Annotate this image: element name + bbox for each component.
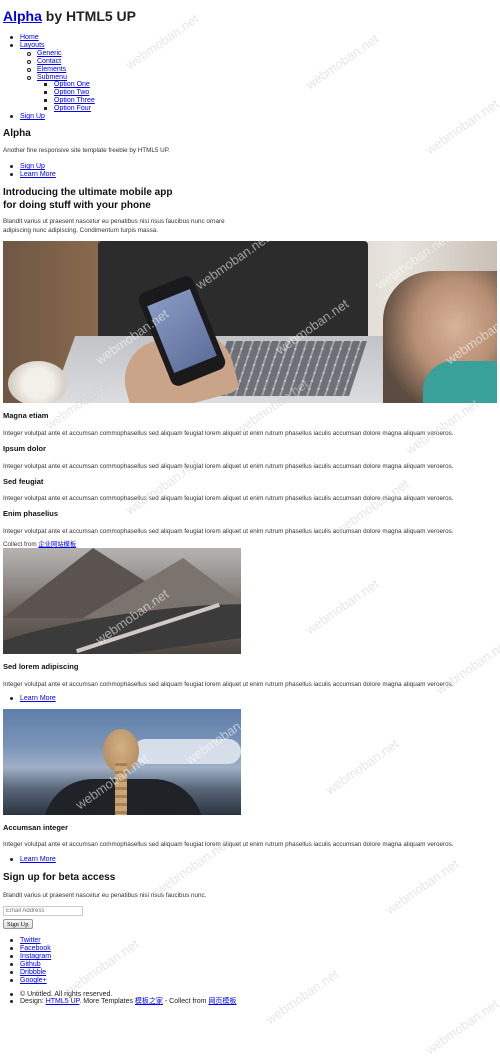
collect-prefix: - Collect from: [162, 998, 209, 1005]
nav-link-layouts[interactable]: Layouts: [20, 42, 45, 49]
nav-item-option-two: Option Two: [43, 89, 89, 97]
watermark: webmoban.net: [422, 996, 500, 1058]
nav-item-option-three: Option Three: [44, 97, 95, 105]
watermark: webmoban.net: [302, 31, 382, 93]
road-image: [3, 548, 241, 654]
feature-text: Integer volutpat ante et accumsan commop…: [3, 495, 454, 502]
cta-title: Sign up for beta access: [3, 872, 116, 883]
banner-title: Alpha: [3, 128, 31, 139]
card-learn-more-link[interactable]: Learn More: [20, 695, 56, 702]
card-text: Integer volutpat ante et accumsan commop…: [3, 841, 454, 848]
nav-item-option-one: Option One: [44, 81, 90, 89]
watermark: webmoban.net: [62, 936, 142, 998]
github-link[interactable]: Github: [20, 961, 41, 968]
nav-item-signup: Sign Up: [10, 113, 45, 121]
intro-text: Blandit varius ut praesent nascetur eu p…: [3, 218, 497, 235]
banner-learn-more-link[interactable]: Learn More: [20, 171, 56, 178]
feature-title: Sed feugiat: [3, 477, 44, 486]
banner-signup-link[interactable]: Sign Up: [20, 163, 45, 170]
watermark: webmoban.net: [432, 636, 500, 698]
collect-link[interactable]: 企业网站模板: [38, 541, 76, 548]
nav-item-elements: Elements: [26, 66, 66, 74]
design-link[interactable]: HTML5 UP: [46, 998, 80, 1005]
nav-link-home[interactable]: Home: [20, 34, 39, 41]
watermark: webmoban.net: [382, 856, 462, 918]
social-item: Google+: [10, 977, 47, 985]
feature-text: Integer volutpat ante et accumsan commop…: [3, 430, 454, 437]
social-item: Github: [10, 961, 41, 969]
nav-link-option-four[interactable]: Option Four: [54, 105, 91, 112]
nav-item-contact: Contact: [26, 58, 61, 66]
nav-link-option-three[interactable]: Option Three: [54, 97, 95, 104]
nav-item-home: Home: [10, 34, 39, 42]
social-item: Facebook: [10, 945, 51, 953]
site-title-suffix: by HTML5 UP: [41, 8, 137, 24]
intro-text-line1: Blandit varius ut praesent nascetur eu p…: [3, 218, 225, 225]
intro-text-line2: adipiscing nunc adipiscing. Condimentum …: [3, 226, 159, 234]
watermark: webmoban.net: [262, 966, 342, 1028]
feature-text: Integer volutpat ante et accumsan commop…: [3, 463, 454, 470]
site-title: Alpha by HTML5 UP: [3, 8, 136, 24]
web-templates-link[interactable]: 网页模板: [208, 998, 236, 1005]
hero-image: [3, 241, 497, 403]
feature-title: Magna etiam: [3, 411, 49, 420]
card-title: Accumsan integer: [3, 823, 69, 832]
cta-text: Blandit varius ut praesent nascetur eu p…: [3, 892, 207, 899]
nav-link-submenu[interactable]: Submenu: [37, 74, 67, 81]
intro-heading-line2: for doing stuff with your phone: [3, 200, 151, 211]
watermark: webmoban.net: [302, 576, 382, 638]
dribbble-link[interactable]: Dribbble: [20, 969, 46, 976]
card-learn-more: Learn More: [10, 856, 56, 864]
facebook-link[interactable]: Facebook: [20, 945, 51, 952]
banner-tagline: Another fine responsive site template fr…: [3, 147, 170, 154]
feature-title: Enim phaselius: [3, 509, 59, 518]
google-plus-link[interactable]: Google+: [20, 977, 47, 984]
design-prefix: Design:: [20, 998, 46, 1005]
card-title: Sed lorem adipiscing: [3, 662, 79, 671]
site-title-link[interactable]: Alpha: [3, 8, 42, 24]
more-prefix: . More Templates: [79, 998, 135, 1005]
nav-link-contact[interactable]: Contact: [37, 58, 61, 65]
watermark: webmoban.net: [402, 396, 482, 458]
intro-heading: Introducing the ultimate mobile app for …: [3, 186, 172, 212]
watermark: webmoban.net: [322, 736, 402, 798]
nav-link-elements[interactable]: Elements: [37, 66, 66, 73]
nav-link-option-two[interactable]: Option Two: [54, 89, 89, 96]
social-item: Twitter: [10, 937, 41, 945]
social-item: Dribbble: [9, 969, 46, 977]
email-field[interactable]: [3, 906, 83, 916]
footer-credits: Design: HTML5 UP. More Templates 模板之家 - …: [9, 998, 236, 1006]
nav-link-option-one[interactable]: Option One: [54, 81, 90, 88]
banner-action-learn-more: Learn More: [10, 171, 56, 179]
nav-item-option-four: Option Four: [44, 105, 91, 113]
nav-item-generic: Generic: [27, 50, 62, 58]
banner-action-signup: Sign Up: [10, 163, 45, 171]
collect-prefix: Collect from: [3, 541, 39, 548]
nav-link-generic[interactable]: Generic: [37, 50, 62, 57]
nav-item-layouts: Layouts: [10, 42, 45, 50]
feature-title: Ipsum dolor: [3, 444, 46, 453]
signup-button[interactable]: Sign Up: [3, 919, 33, 929]
intro-heading-line1: Introducing the ultimate mobile app: [3, 187, 173, 198]
woman-image: [3, 709, 241, 815]
nav-link-signup[interactable]: Sign Up: [20, 113, 45, 120]
more-templates-link[interactable]: 模板之家: [135, 998, 163, 1005]
social-item: Instagram: [9, 953, 51, 961]
instagram-link[interactable]: Instagram: [20, 953, 51, 960]
twitter-link[interactable]: Twitter: [20, 937, 41, 944]
card-learn-more: Learn More: [10, 695, 56, 703]
card-learn-more-link[interactable]: Learn More: [20, 856, 56, 863]
card-text: Integer volutpat ante et accumsan commop…: [3, 681, 454, 688]
feature-text: Integer volutpat ante et accumsan commop…: [3, 528, 454, 535]
